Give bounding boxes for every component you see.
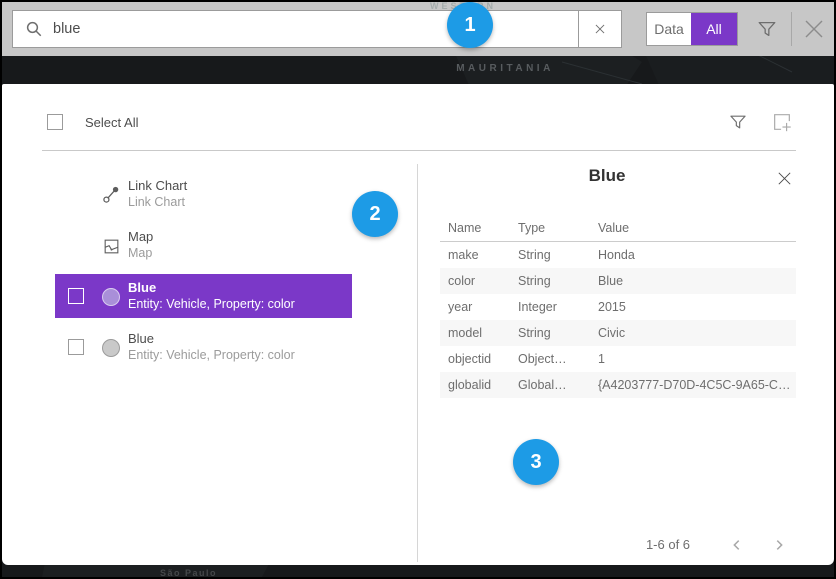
list-item-title: Link Chart	[128, 177, 187, 194]
attribute-name: objectid	[440, 352, 518, 366]
attribute-type: Object…	[518, 352, 598, 366]
attribute-row: globalid Global… {A4203777-D70D-4C5C-9A6…	[440, 372, 796, 398]
attribute-value: Blue	[598, 274, 796, 288]
attribute-value: Honda	[598, 248, 796, 262]
list-item[interactable]: Link Chart Link Chart	[55, 172, 352, 216]
chevron-right-icon[interactable]	[768, 534, 790, 556]
attribute-value: 2015	[598, 300, 796, 314]
pagination: 1-6 of 6	[418, 534, 796, 556]
attribute-type: String	[518, 248, 598, 262]
column-header-name: Name	[440, 221, 518, 235]
entity-circle-icon	[100, 337, 122, 359]
attribute-type: Global…	[518, 378, 598, 392]
attribute-type: String	[518, 326, 598, 340]
link-chart-icon	[100, 184, 122, 206]
search-scope-toggle: Data All	[646, 12, 738, 46]
callout-badge-3: 3	[513, 439, 559, 485]
attribute-row: make String Honda	[440, 242, 796, 268]
search-input[interactable]	[43, 11, 578, 47]
list-item[interactable]: Blue Entity: Vehicle, Property: color	[55, 274, 352, 318]
attributes-table: Name Type Value make String Honda color …	[440, 214, 796, 398]
attribute-value: Civic	[598, 326, 796, 340]
search-results-panel: Select All Link Chart Link Chart Map Map	[2, 84, 834, 565]
list-item[interactable]: Map Map	[55, 223, 352, 267]
scope-option-all[interactable]: All	[691, 13, 737, 45]
attribute-type: String	[518, 274, 598, 288]
callout-badge-1: 1	[447, 2, 493, 48]
results-filter-icon[interactable]	[724, 110, 752, 134]
attribute-value: 1	[598, 352, 796, 366]
search-toolbar: Data All	[2, 2, 834, 56]
list-item-subtitle: Link Chart	[128, 194, 187, 211]
list-item-subtitle: Entity: Vehicle, Property: color	[128, 296, 295, 313]
chevron-left-icon[interactable]	[726, 534, 748, 556]
map-label-mauritania: MAURITANIA	[420, 63, 590, 74]
list-item-title: Blue	[128, 279, 295, 296]
filter-icon[interactable]	[752, 16, 782, 42]
column-header-type: Type	[518, 221, 598, 235]
attribute-type: Integer	[518, 300, 598, 314]
map-label-bottom: São Paulo	[160, 568, 217, 578]
scope-option-data[interactable]: Data	[647, 13, 691, 45]
list-item-subtitle: Map	[128, 245, 153, 262]
attribute-row: model String Civic	[440, 320, 796, 346]
pagination-label: 1-6 of 6	[618, 537, 718, 552]
attributes-table-header: Name Type Value	[440, 214, 796, 242]
attribute-name: model	[440, 326, 518, 340]
attribute-row: year Integer 2015	[440, 294, 796, 320]
select-all-checkbox[interactable]	[47, 114, 63, 130]
attribute-row: objectid Object… 1	[440, 346, 796, 372]
list-item-title: Map	[128, 228, 153, 245]
attribute-name: make	[440, 248, 518, 262]
list-item[interactable]: Blue Entity: Vehicle, Property: color	[55, 325, 352, 369]
search-icon	[13, 11, 43, 47]
entity-circle-icon	[100, 286, 122, 308]
add-to-selection-icon[interactable]	[768, 109, 796, 135]
header-divider	[42, 150, 796, 151]
details-close-icon[interactable]	[774, 168, 794, 188]
list-item-subtitle: Entity: Vehicle, Property: color	[128, 347, 295, 364]
callout-badge-2: 2	[352, 191, 398, 237]
details-title: Blue	[418, 166, 796, 186]
attribute-name: year	[440, 300, 518, 314]
toolbar-divider	[791, 12, 792, 46]
column-header-value: Value	[598, 221, 796, 235]
close-search-icon[interactable]	[799, 14, 829, 44]
search-box	[12, 10, 622, 48]
select-all-label: Select All	[85, 115, 138, 130]
item-checkbox[interactable]	[68, 339, 84, 355]
attribute-name: color	[440, 274, 518, 288]
item-checkbox[interactable]	[68, 288, 84, 304]
map-icon	[100, 235, 122, 257]
list-item-title: Blue	[128, 330, 295, 347]
attribute-row: color String Blue	[440, 268, 796, 294]
attribute-name: globalid	[440, 378, 518, 392]
attribute-value: {A4203777-D70D-4C5C-9A65-C…	[598, 378, 796, 392]
list-details-divider	[417, 164, 418, 562]
clear-search-button[interactable]	[578, 11, 621, 47]
results-list: Link Chart Link Chart Map Map Blue Entit…	[55, 172, 352, 369]
